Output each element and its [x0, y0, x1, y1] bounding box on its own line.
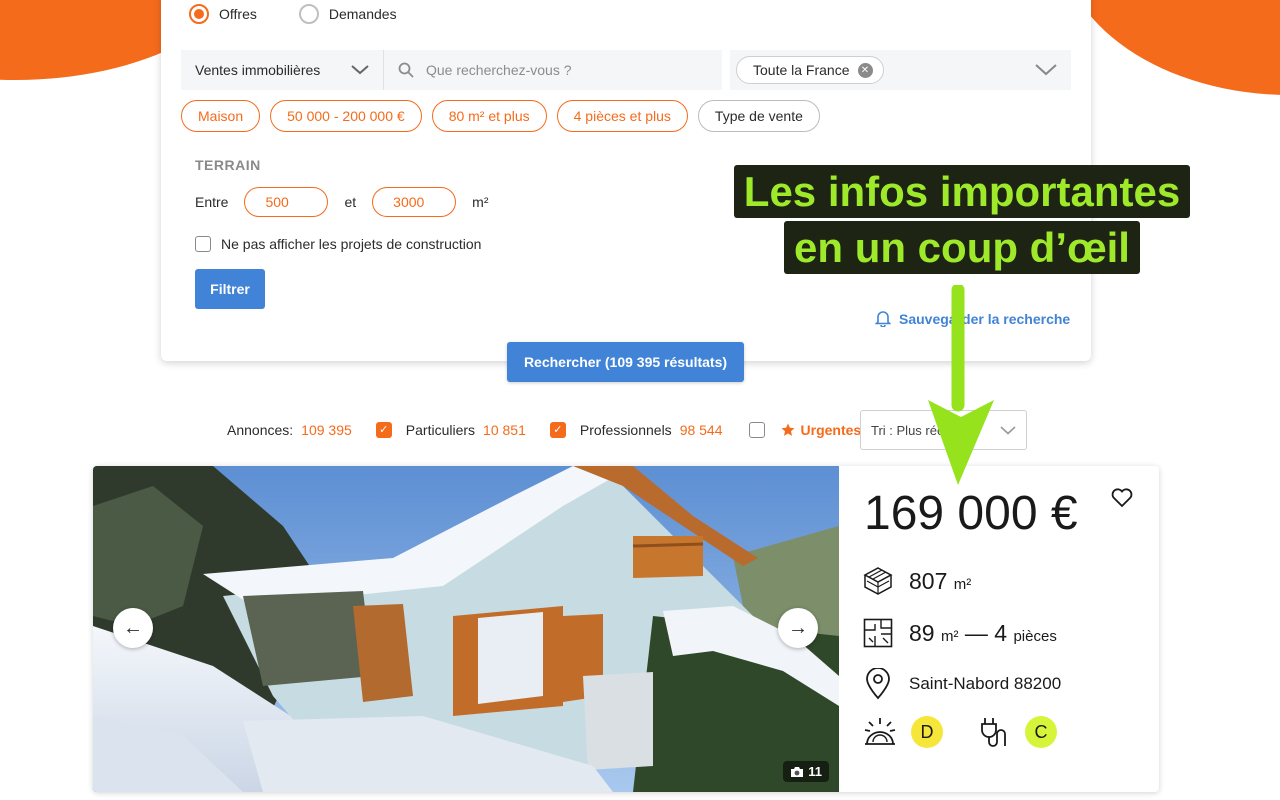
search-row: Ventes immobilières Que recherchez-vous … — [181, 50, 1071, 90]
terrain-range: Entre 500 et 3000 m² — [195, 187, 488, 217]
terrain-max-input[interactable]: 3000 — [372, 187, 457, 217]
chip-property-type[interactable]: Maison — [181, 100, 261, 132]
exclude-construction: Ne pas afficher les projets de construct… — [195, 236, 481, 252]
chip-surface[interactable]: 80 m² et plus — [431, 100, 547, 132]
page: Offres Demandes Ventes immobilières Que … — [0, 0, 1280, 800]
terrain-between-label: Entre — [195, 194, 229, 210]
heart-icon[interactable] — [1111, 488, 1133, 508]
exclude-construction-label[interactable]: Ne pas afficher les projets de construct… — [221, 236, 481, 252]
radio-offres[interactable] — [189, 4, 209, 24]
radio-demandes[interactable] — [298, 4, 319, 24]
pros-checkbox[interactable]: ✓ — [549, 422, 566, 438]
radio-demandes-label[interactable]: Demandes — [329, 6, 397, 22]
remove-tag-icon[interactable]: ✕ — [857, 62, 873, 78]
living-area-row: 89 m² — 4 pièces — [863, 618, 1057, 648]
floorplan-icon — [863, 618, 893, 648]
photo-count: 11 — [808, 764, 822, 779]
arrow-left-icon[interactable]: ← — [113, 608, 153, 648]
category-select[interactable]: Ventes immobilières — [181, 50, 384, 90]
pros-count: 98 544 — [679, 422, 723, 438]
callout-line-1: Les infos importantes — [733, 165, 1191, 218]
annonces-count: 109 395 — [301, 422, 352, 438]
chip-sale-type[interactable]: Type de vente — [697, 100, 820, 132]
star-icon — [781, 423, 795, 436]
search-placeholder: Que recherchez-vous ? — [426, 62, 572, 78]
land-area-unit: m² — [953, 575, 972, 593]
energy-class-badge: D — [911, 716, 943, 748]
particuliers-label[interactable]: Particuliers — [406, 422, 475, 438]
land-area-icon — [863, 567, 893, 595]
urgent-label: Urgentes — [800, 422, 862, 438]
urgent-filter[interactable]: Urgentes — [781, 422, 862, 438]
chip-price-range[interactable]: 50 000 - 200 000 € — [270, 100, 422, 132]
exclude-construction-checkbox[interactable] — [195, 236, 211, 252]
pros-label[interactable]: Professionnels — [580, 422, 672, 438]
category-value: Ventes immobilières — [195, 62, 321, 78]
location-row: Saint-Nabord 88200 — [863, 668, 1061, 700]
location-tag-label: Toute la France — [753, 62, 850, 78]
filter-chips: Maison 50 000 - 200 000 € 80 m² et plus … — [181, 100, 820, 132]
bell-icon — [875, 311, 891, 327]
location-tag[interactable]: Toute la France ✕ — [736, 56, 884, 84]
terrain-and-label: et — [344, 194, 357, 210]
ad-type-selector: Offres Demandes — [189, 4, 429, 24]
rooms-separator: — — [964, 619, 988, 646]
land-area-row: 807 m² — [863, 566, 971, 596]
search-submit-button[interactable]: Rechercher (109 395 résultats) — [507, 342, 744, 382]
callout-arrow — [928, 285, 994, 485]
energy-icon — [864, 718, 896, 745]
ges-class-badge: C — [1025, 716, 1057, 748]
chevron-down-icon — [1000, 425, 1016, 435]
chip-rooms[interactable]: 4 pièces et plus — [556, 100, 688, 132]
living-area-text: 89 m² — 4 pièces — [909, 620, 1057, 647]
house-photo — [93, 466, 839, 792]
camera-icon — [791, 766, 804, 777]
terrain-unit: m² — [472, 194, 489, 210]
location-pin-icon — [866, 668, 890, 700]
land-area-value: 807 — [909, 567, 948, 594]
rooms-unit: pièces — [1013, 627, 1057, 645]
urgent-checkbox[interactable] — [748, 422, 765, 438]
particuliers-count: 10 851 — [483, 422, 526, 438]
particuliers-checkbox[interactable]: ✓ — [375, 422, 392, 438]
listing-location: Saint-Nabord 88200 — [909, 674, 1062, 693]
chevron-down-icon — [351, 65, 369, 75]
results-filter-bar: Annonces: 109 395 ✓ Particuliers 10 851 … — [227, 410, 861, 450]
energy-row: D C — [863, 716, 1057, 748]
annonces-label: Annonces: — [227, 422, 294, 438]
living-area-value: 89 — [909, 619, 935, 646]
radio-offres-label[interactable]: Offres — [219, 6, 257, 22]
annotation-callout: Les infos importantes en un coup d’œil — [712, 165, 1212, 274]
listing-photo[interactable]: ← → 11 — [93, 466, 839, 792]
arrow-right-icon[interactable]: → — [778, 608, 818, 648]
terrain-min-input[interactable]: 500 — [244, 187, 329, 217]
chevron-down-icon — [1035, 64, 1057, 76]
callout-line-2: en un coup d’œil — [784, 221, 1140, 274]
location-select[interactable]: Toute la France ✕ — [730, 50, 1071, 90]
listing-card[interactable]: ← → 11 169 000 € 807 m² 89 m² — 4 pièces… — [93, 466, 1159, 792]
filter-button[interactable]: Filtrer — [195, 269, 265, 309]
search-input[interactable]: Que recherchez-vous ? — [384, 50, 722, 90]
ges-icon — [981, 718, 1006, 747]
decorative-blob-right — [1060, 0, 1280, 95]
terrain-title: TERRAIN — [195, 157, 261, 173]
rooms-value: 4 — [994, 619, 1008, 646]
land-area-text: 807 m² — [909, 568, 971, 595]
listing-info: 169 000 € 807 m² 89 m² — 4 pièces Saint-… — [839, 466, 1159, 792]
photo-count-badge: 11 — [783, 761, 829, 782]
living-area-unit: m² — [940, 627, 959, 645]
search-icon — [398, 62, 414, 78]
